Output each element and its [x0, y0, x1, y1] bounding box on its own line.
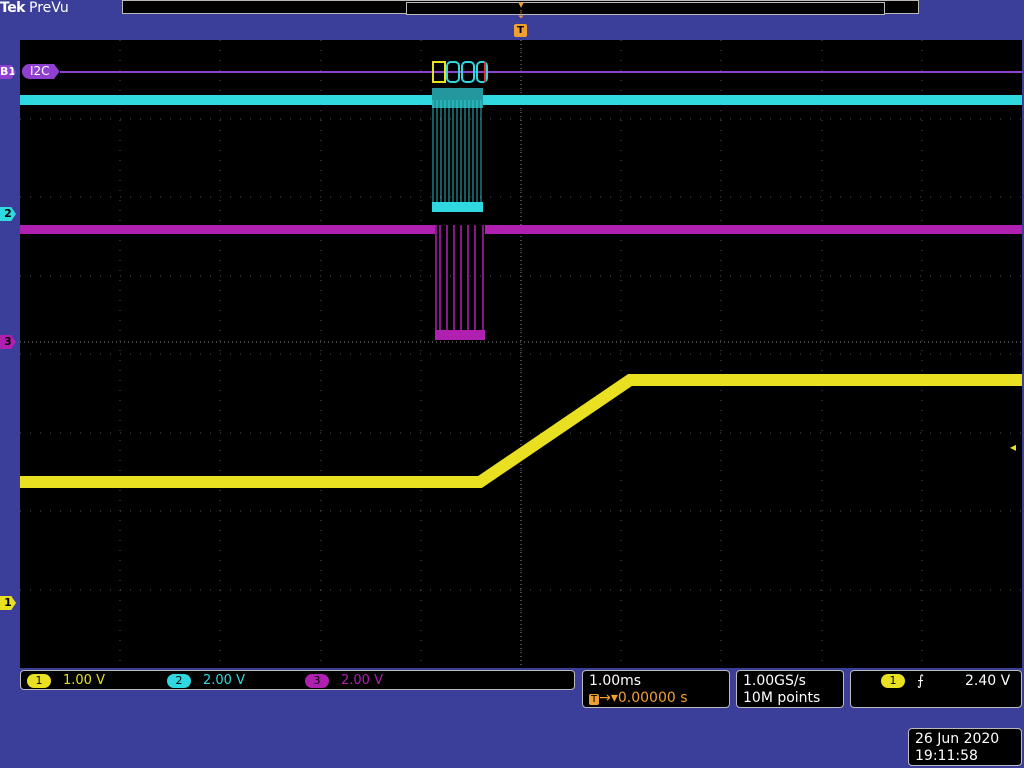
waveform-graticule — [20, 40, 1022, 668]
channel-2-marker[interactable]: 2 — [0, 207, 16, 221]
trigger-level: 2.40 V — [965, 673, 1011, 689]
acquisition-readout[interactable]: 1.00GS/s 10M points — [736, 670, 844, 708]
channel-3-waveform — [20, 225, 1022, 340]
channel-2-readout[interactable]: 2 2.00 V — [167, 673, 245, 688]
channel-2-scale: 2.00 V — [203, 673, 245, 688]
channel-status-bar: 1 1.00 V 2 2.00 V 3 2.00 V — [20, 670, 575, 690]
timebase-readout[interactable]: 1.00ms T →▾0.00000 s — [582, 670, 730, 708]
brand-logo: Tek — [0, 0, 26, 16]
horizontal-scale: 1.00ms — [589, 673, 642, 689]
channel-3-marker[interactable]: 3 — [0, 335, 16, 349]
top-bar: Tek PreVu ▾ ⇣ — [0, 0, 1024, 20]
date: 26 Jun 2020 — [915, 731, 1000, 747]
trigger-readout[interactable]: 1 ⨍ 2.40 V — [850, 670, 1022, 708]
sample-rate: 1.00GS/s — [743, 673, 806, 689]
trigger-level-icon[interactable]: ◂ — [1010, 440, 1016, 454]
trigger-source-badge: 1 — [881, 674, 905, 688]
channel-1-readout[interactable]: 1 1.00 V — [27, 673, 105, 688]
brand: Tek PreVu — [0, 0, 69, 16]
i2c-bus-label[interactable]: I2C — [22, 64, 60, 79]
time: 19:11:58 — [915, 748, 978, 764]
channel-2-badge: 2 — [167, 673, 191, 688]
trigger-position-badge: T — [589, 694, 600, 705]
trigger-info: 1 ⨍ 2.40 V — [857, 673, 1010, 689]
date-time-readout: 26 Jun 2020 19:11:58 — [908, 728, 1022, 766]
trigger-position: T →▾0.00000 s — [589, 690, 688, 706]
trigger-marker[interactable]: T — [514, 24, 527, 37]
acquisition-mode: PreVu — [29, 0, 69, 16]
record-length: 10M points — [743, 690, 821, 706]
channel-3-readout[interactable]: 3 2.00 V — [305, 673, 383, 688]
channel-1-marker[interactable]: 1 — [0, 596, 16, 610]
trigger-position-value: 0.00000 s — [617, 690, 688, 706]
channel-1-scale: 1.00 V — [63, 673, 105, 688]
channel-3-badge: 3 — [305, 673, 329, 688]
trigger-position-icon[interactable]: ▾ ⇣ — [516, 0, 526, 20]
channel-3-scale: 2.00 V — [341, 673, 383, 688]
bus-b1-marker[interactable]: B1 — [0, 65, 16, 79]
channel-1-badge: 1 — [27, 673, 51, 688]
record-view-window[interactable] — [406, 2, 885, 15]
rising-edge-icon: ⨍ — [917, 673, 925, 689]
